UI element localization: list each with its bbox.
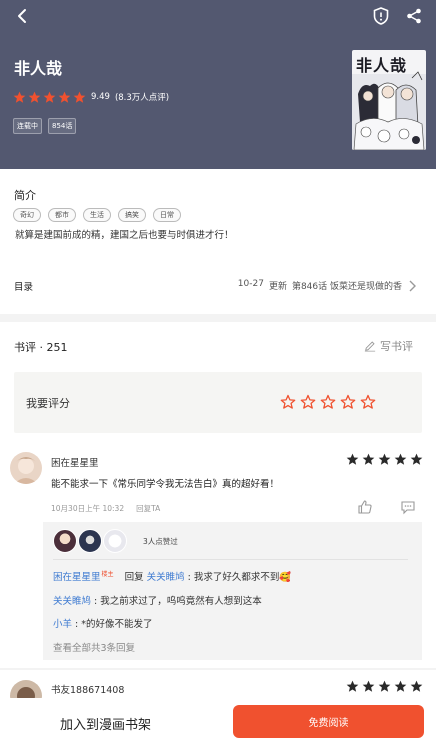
avatar[interactable] bbox=[10, 452, 42, 484]
bottom-action-bar: 加入到漫画书架 免费阅读 bbox=[0, 698, 436, 753]
star-icon bbox=[346, 680, 359, 692]
empty-star-icon[interactable] bbox=[340, 394, 356, 410]
genre-tag[interactable]: 生活 bbox=[83, 208, 111, 222]
genre-tag[interactable]: 都市 bbox=[48, 208, 76, 222]
likers-count-label[interactable]: 3人点赞过 bbox=[143, 536, 178, 547]
reply-text: 我求了好久都求不到🥰 bbox=[193, 572, 292, 584]
add-to-shelf-button[interactable]: 加入到漫画书架 bbox=[60, 714, 151, 733]
star-icon bbox=[28, 91, 41, 103]
empty-star-icon[interactable] bbox=[320, 394, 336, 410]
star-icon bbox=[58, 91, 71, 103]
liker-avatars[interactable] bbox=[53, 529, 128, 553]
reply-link[interactable]: 回复TA bbox=[136, 503, 160, 514]
star-icon bbox=[362, 453, 375, 465]
empty-star-icon[interactable] bbox=[360, 394, 376, 410]
comic-header: 非人哉 9.49 (8.3万人点评) 连载中 854话 非人哉 bbox=[0, 0, 436, 169]
reply-verb: 回复 bbox=[124, 572, 144, 584]
write-review-button[interactable]: 写书评 bbox=[364, 338, 413, 354]
rate-panel: 我要评分 bbox=[14, 372, 422, 433]
star-icon bbox=[410, 680, 423, 692]
comment-icon[interactable] bbox=[400, 499, 416, 515]
free-read-button[interactable]: 免费阅读 bbox=[233, 705, 424, 738]
episode-count-badge: 854话 bbox=[48, 118, 77, 134]
status-badges: 连载中 854话 bbox=[13, 118, 77, 134]
comic-cover-image[interactable]: 非人哉 bbox=[352, 50, 426, 150]
star-icon bbox=[362, 680, 375, 692]
star-icon bbox=[346, 453, 359, 465]
star-icon bbox=[13, 91, 26, 103]
reply-text: *的好像不能发了 bbox=[81, 619, 153, 630]
thumbs-up-icon[interactable] bbox=[357, 499, 373, 515]
write-review-label: 写书评 bbox=[380, 340, 413, 353]
avatar bbox=[103, 529, 127, 553]
genre-tag[interactable]: 日常 bbox=[153, 208, 181, 222]
toc-label: 目录 bbox=[14, 282, 34, 293]
empty-star-icon[interactable] bbox=[300, 394, 316, 410]
star-icon bbox=[410, 453, 423, 465]
rate-stars bbox=[280, 394, 376, 410]
reviews-header: 书评 · 251 bbox=[14, 341, 68, 354]
pencil-icon bbox=[364, 341, 376, 352]
reply-item[interactable]: 关关睢鸠 : 我之前求过了，呜呜竟然有人想到这本 bbox=[53, 593, 262, 607]
review-username[interactable]: 困在星星里 bbox=[51, 455, 99, 469]
latest-episode: 第846话 饭菜还是现做的香 bbox=[291, 282, 402, 292]
reply-username[interactable]: 关关睢鸠 bbox=[53, 596, 91, 607]
update-label: 更新 bbox=[268, 282, 287, 292]
avatar bbox=[53, 529, 77, 553]
avatar bbox=[78, 529, 102, 553]
star-icon bbox=[378, 680, 391, 692]
genre-tag[interactable]: 奇幻 bbox=[13, 208, 41, 222]
star-icon bbox=[394, 453, 407, 465]
section-divider bbox=[0, 314, 436, 322]
genre-tag[interactable]: 搞笑 bbox=[118, 208, 146, 222]
update-date: 10-27 bbox=[237, 279, 264, 289]
reply-item[interactable]: 小羊 : *的好像不能发了 bbox=[53, 616, 153, 630]
review-text: 能不能求一下《常乐同学令我无法告白》真的超好看！ bbox=[51, 479, 280, 490]
divider bbox=[0, 668, 436, 670]
reply-username[interactable]: 困在星星里 bbox=[53, 572, 101, 583]
rating-row: 9.49 (8.3万人点评) bbox=[13, 89, 169, 105]
comic-description: 就算是建国前成的精，建国之后也要与时俱进才行！ bbox=[15, 230, 234, 241]
review-time: 10月30日上午 10:32 bbox=[51, 504, 125, 513]
host-badge: 楼主 bbox=[101, 571, 114, 578]
report-shield-icon[interactable] bbox=[369, 4, 393, 28]
intro-title: 简介 bbox=[14, 189, 36, 202]
review-stars bbox=[346, 680, 423, 693]
reply-target-username[interactable]: 关关睢鸠 bbox=[147, 572, 185, 583]
divider bbox=[53, 559, 408, 560]
review-meta: 10月30日上午 10:32 回复TA bbox=[51, 503, 160, 514]
comic-title: 非人哉 bbox=[14, 59, 63, 78]
reply-panel: 3人点赞过 困在星星里楼主 回复 关关睢鸠 : 我求了好久都求不到🥰 关关睢鸠 … bbox=[43, 522, 422, 660]
table-of-contents-row[interactable]: 目录 10-27 更新 第846话 饭菜还是现做的香 bbox=[0, 270, 436, 302]
rate-label: 我要评分 bbox=[26, 397, 70, 410]
star-icon bbox=[73, 91, 86, 103]
rating-score: 9.49 bbox=[91, 92, 110, 102]
star-icon bbox=[394, 680, 407, 692]
back-arrow-icon[interactable] bbox=[8, 4, 36, 28]
genre-tags: 奇幻 都市 生活 搞笑 日常 bbox=[13, 208, 181, 222]
review-stars bbox=[346, 453, 423, 466]
rating-count: (8.3万人点评) bbox=[114, 93, 170, 103]
review-username[interactable]: 书友188671408 bbox=[51, 682, 124, 696]
status-badge: 连载中 bbox=[13, 118, 42, 134]
cover-illustration bbox=[352, 71, 426, 150]
share-icon[interactable] bbox=[402, 4, 426, 28]
star-icon bbox=[43, 91, 56, 103]
empty-star-icon[interactable] bbox=[280, 394, 296, 410]
star-icon bbox=[378, 453, 391, 465]
reply-item[interactable]: 困在星星里楼主 回复 关关睢鸠 : 我求了好久都求不到🥰 bbox=[53, 569, 291, 583]
reply-text: 我之前求过了，呜呜竟然有人想到这本 bbox=[100, 596, 262, 607]
reply-username[interactable]: 小羊 bbox=[53, 619, 72, 630]
chevron-right-icon bbox=[406, 278, 418, 294]
toc-latest-update: 10-27 更新 第846话 饭菜还是现做的香 bbox=[238, 279, 402, 292]
rating-stars bbox=[13, 91, 86, 104]
view-all-replies-link[interactable]: 查看全部共3条回复 bbox=[53, 640, 135, 654]
